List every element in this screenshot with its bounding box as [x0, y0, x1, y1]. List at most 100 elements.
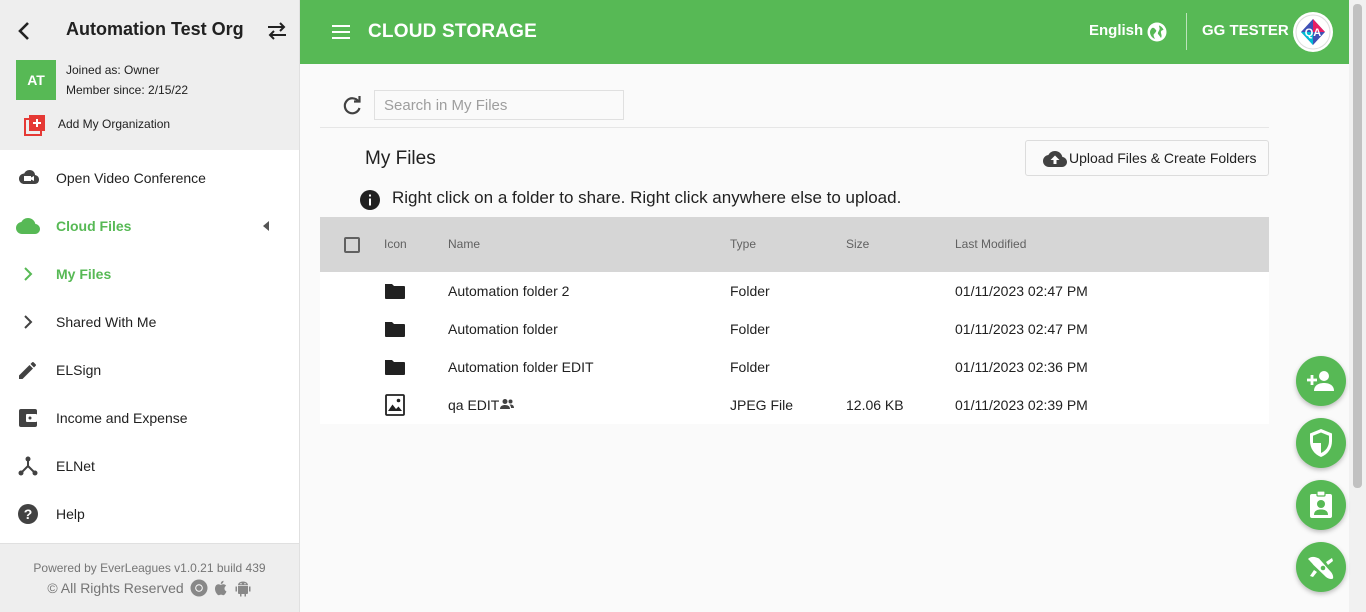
image-file-icon [385, 394, 405, 416]
user-avatar[interactable]: QA [1293, 12, 1333, 52]
sidebar-item-my-files[interactable]: My Files [0, 250, 299, 298]
apple-icon[interactable] [212, 579, 230, 597]
info-icon [360, 190, 380, 210]
file-name: Automation folder 2 [448, 283, 570, 299]
file-name: Automation folder [448, 321, 558, 337]
file-type: Folder [730, 321, 770, 337]
sidebar-item-label: ELNet [56, 458, 95, 474]
rights-row: © All Rights Reserved [0, 579, 299, 597]
sidebar-item-video-conference[interactable]: Open Video Conference [0, 154, 299, 202]
folder-icon [385, 360, 405, 375]
rights-text: © All Rights Reserved [47, 580, 184, 596]
sidebar-item-income-expense[interactable]: Income and Expense [0, 394, 299, 442]
add-contact-fab[interactable] [1296, 356, 1346, 406]
file-modified: 01/11/2023 02:39 PM [955, 397, 1088, 413]
column-header-name[interactable]: Name [448, 237, 480, 251]
refresh-icon[interactable] [341, 95, 363, 117]
table-header: Icon Name Type Size Last Modified [320, 217, 1269, 272]
sidebar-item-label: Income and Expense [56, 410, 188, 426]
user-name[interactable]: GG TESTER [1202, 22, 1289, 39]
rocket-icon [1308, 556, 1334, 579]
file-type: Folder [730, 283, 770, 299]
column-header-size[interactable]: Size [846, 237, 869, 251]
member-since-text: Member since: 2/15/22 [66, 83, 189, 97]
search-input[interactable] [374, 90, 624, 120]
file-name: Automation folder EDIT [448, 359, 594, 375]
sidebar-item-label: My Files [56, 266, 112, 282]
shared-people-icon [500, 399, 514, 409]
folder-icon [385, 322, 405, 337]
table-row[interactable]: qa EDIT JPEG File 12.06 KB 01/11/2023 02… [320, 386, 1269, 424]
page-title: My Files [365, 148, 436, 169]
pencil-icon [16, 359, 40, 381]
file-modified: 01/11/2023 02:47 PM [955, 321, 1088, 337]
sidebar-item-label: Open Video Conference [56, 170, 206, 186]
file-size: 12.06 KB [846, 397, 904, 413]
sidebar-item-cloud-files[interactable]: Cloud Files [0, 202, 299, 250]
cloud-files-submenu: My Files Shared With Me [0, 250, 299, 346]
contacts-fab[interactable] [1296, 480, 1346, 530]
add-person-icon [1307, 371, 1334, 391]
qa-logo-icon: QA [1295, 14, 1331, 50]
add-organization-button[interactable]: Add My Organization [24, 114, 170, 136]
chevron-right-icon [16, 263, 40, 285]
contact-badge-icon [1310, 491, 1332, 518]
sidebar-item-help[interactable]: ? Help [0, 490, 299, 538]
org-header: Automation Test Org AT Joined as: Owner … [0, 0, 299, 150]
launch-fab[interactable] [1296, 542, 1346, 592]
top-app-bar: CLOUD STORAGE English GG TESTER QA [300, 0, 1349, 64]
add-organization-label: Add My Organization [58, 117, 171, 131]
file-modified: 01/11/2023 02:36 PM [955, 359, 1088, 375]
sidebar-footer: Powered by EverLeagues v1.0.21 build 439… [0, 543, 299, 612]
language-selector[interactable]: English [1089, 22, 1143, 39]
add-box-icon [24, 115, 45, 136]
switch-org-icon[interactable] [266, 22, 288, 40]
svg-text:QA: QA [1305, 27, 1322, 39]
android-icon[interactable] [234, 579, 252, 597]
collapse-caret-icon[interactable] [263, 221, 269, 231]
powered-by-text: Powered by EverLeagues v1.0.21 build 439 [33, 561, 266, 575]
files-table: Icon Name Type Size Last Modified Automa… [320, 217, 1269, 424]
column-header-last-modified[interactable]: Last Modified [955, 237, 1026, 251]
info-text: Right click on a folder to share. Right … [392, 188, 902, 207]
column-header-icon[interactable]: Icon [384, 237, 407, 251]
wallet-icon [16, 407, 40, 429]
divider [1186, 13, 1187, 50]
sidebar-item-label: Cloud Files [56, 218, 132, 234]
org-avatar: AT [16, 60, 56, 100]
cloud-upload-icon [1043, 151, 1067, 167]
sidebar-item-elsign[interactable]: ELSign [0, 346, 299, 394]
divider [320, 127, 1269, 128]
globe-icon[interactable] [1147, 22, 1167, 42]
back-arrow-icon[interactable] [14, 20, 34, 42]
cloud-icon [16, 215, 40, 237]
sidebar-item-label: ELSign [56, 362, 102, 378]
hamburger-menu-icon[interactable] [331, 22, 351, 42]
security-fab[interactable] [1296, 418, 1346, 468]
file-name: qa EDIT [448, 397, 500, 413]
help-icon: ? [16, 503, 40, 525]
table-row[interactable]: Automation folder Folder 01/11/2023 02:4… [320, 310, 1269, 348]
table-row[interactable]: Automation folder EDIT Folder 01/11/2023… [320, 348, 1269, 386]
org-name: Automation Test Org [66, 19, 244, 39]
select-all-checkbox[interactable] [344, 237, 360, 253]
file-type: JPEG File [730, 397, 794, 413]
upload-files-label: Upload Files & Create Folders [1069, 150, 1257, 166]
sidebar-item-label: Help [56, 506, 85, 522]
video-conference-icon [16, 167, 40, 189]
sidebar-item-label: Shared With Me [56, 314, 157, 330]
page-scrollbar[interactable] [1349, 0, 1366, 612]
upload-files-button[interactable]: Upload Files & Create Folders [1025, 140, 1269, 176]
app-title: CLOUD STORAGE [368, 21, 538, 42]
table-row[interactable]: Automation folder 2 Folder 01/11/2023 02… [320, 272, 1269, 310]
sidebar-item-elnet[interactable]: ELNet [0, 442, 299, 490]
sidebar-item-shared-with-me[interactable]: Shared With Me [0, 298, 299, 346]
shield-icon [1310, 429, 1332, 457]
table-body: Automation folder 2 Folder 01/11/2023 02… [320, 272, 1269, 424]
scroll-thumb[interactable] [1353, 4, 1362, 488]
chrome-icon[interactable] [190, 579, 208, 597]
network-icon [16, 455, 40, 477]
svg-text:?: ? [24, 506, 33, 522]
column-header-type[interactable]: Type [730, 237, 756, 251]
file-type: Folder [730, 359, 770, 375]
